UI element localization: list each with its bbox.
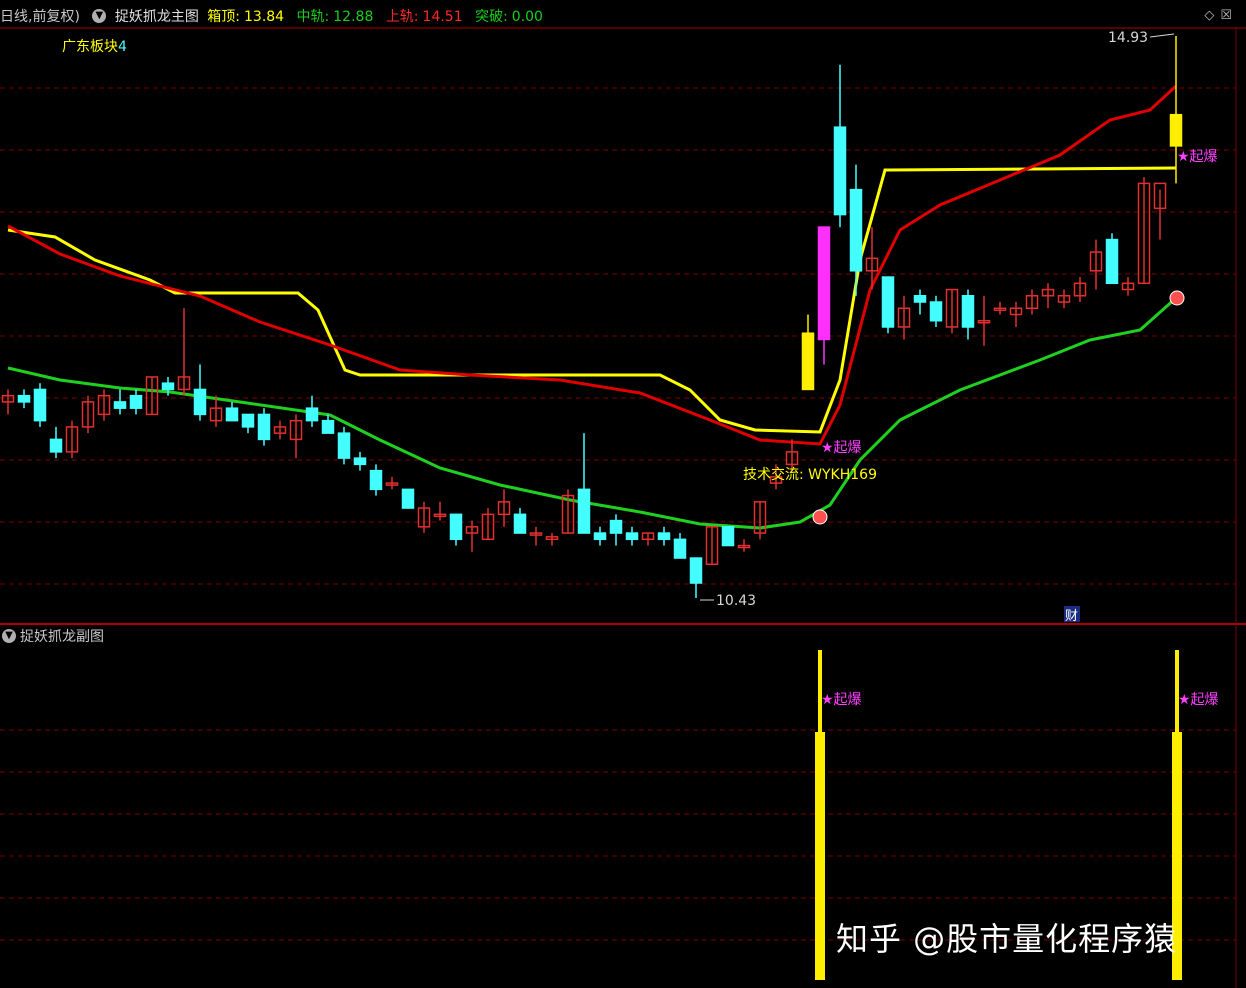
candle-body bbox=[577, 488, 591, 534]
sector-name: 广东板块 bbox=[62, 39, 118, 55]
candle-body bbox=[913, 295, 927, 303]
candle-body bbox=[193, 388, 207, 416]
signal-label-main-2: ★起爆 bbox=[1177, 149, 1218, 165]
candle-body bbox=[833, 126, 847, 216]
stock-chart-window: 14.93 10.43 ★起爆 ★起爆 技术交流: WYKH169 财 ★起爆 ★起爆 日线,… bbox=[0, 0, 1246, 988]
candle-body bbox=[689, 557, 703, 584]
sector-count: 4 bbox=[118, 39, 127, 55]
candle-body bbox=[625, 532, 639, 541]
main-indicator-name[interactable]: 捉妖抓龙主图 bbox=[115, 9, 199, 25]
high-price-label: 14.93 bbox=[1108, 30, 1148, 46]
contact-label: 技术交流: WYKH169 bbox=[743, 466, 877, 483]
candle-body bbox=[673, 538, 687, 559]
sub-signal-label-1: ★起爆 bbox=[821, 692, 862, 708]
candle-body bbox=[817, 226, 831, 341]
candle-body bbox=[721, 526, 735, 547]
candle-body bbox=[241, 413, 255, 428]
indicator-dropdown-icon[interactable]: ▼ bbox=[92, 9, 107, 23]
watermark: 知乎 @股市量化程序猿 bbox=[836, 920, 1178, 958]
finance-icon: 财 bbox=[1065, 609, 1078, 624]
candle-body bbox=[225, 407, 239, 422]
candle-body bbox=[609, 519, 623, 534]
mid-rail-value: 12.88 bbox=[333, 9, 374, 25]
candle-body bbox=[257, 413, 271, 441]
candle-body bbox=[449, 513, 463, 541]
candle-body bbox=[513, 513, 527, 534]
breakout-label-text: 突破: bbox=[475, 9, 508, 25]
mid-rail-label-text: 中轨: bbox=[296, 9, 330, 25]
sub-indicator-header: ▼ 捉妖抓龙副图 bbox=[2, 626, 104, 646]
candle-body bbox=[161, 382, 175, 391]
signal-ball-icon bbox=[1169, 290, 1185, 306]
candle-body bbox=[321, 419, 335, 434]
candle-body bbox=[929, 301, 943, 322]
candle-body bbox=[353, 457, 367, 466]
sub-indicator-dropdown-icon[interactable]: ▼ bbox=[2, 629, 16, 643]
upper-rail-label: 上轨: 14.51 bbox=[386, 9, 467, 25]
breakout-value: 0.00 bbox=[511, 9, 543, 25]
candle-body bbox=[401, 488, 415, 509]
candle-body bbox=[849, 188, 863, 272]
candle-body bbox=[1105, 238, 1119, 285]
sub-signal-bar-1 bbox=[815, 732, 825, 980]
candle-body bbox=[801, 332, 815, 391]
mid-rail-label: 中轨: 12.88 bbox=[297, 9, 378, 25]
signal-ball-icon bbox=[812, 509, 828, 525]
window-controls: ◇☒ bbox=[1204, 8, 1238, 23]
chart-canvas: 14.9310.43★起爆★起爆技术交流: WYKH169财★起爆 ★起爆 bbox=[0, 27, 1246, 988]
candle-body bbox=[49, 438, 63, 453]
candle-body bbox=[129, 394, 143, 409]
low-price-label: 10.43 bbox=[716, 593, 756, 609]
sub-indicator-name[interactable]: 捉妖抓龙副图 bbox=[20, 629, 104, 645]
mid-rail-line bbox=[7, 296, 1177, 530]
candle-body bbox=[593, 532, 607, 541]
upper-rail-label-text: 上轨: bbox=[385, 9, 419, 25]
box-top-label-text: 箱顶: bbox=[207, 9, 240, 25]
signal-label-main-1: ★起爆 bbox=[821, 440, 862, 456]
upper-rail-value: 14.51 bbox=[422, 9, 463, 25]
candle-body bbox=[1169, 113, 1183, 147]
high-price-arrow bbox=[1149, 33, 1175, 38]
box-top-value: 13.84 bbox=[244, 9, 285, 25]
breakout-label: 突破: 0.00 bbox=[475, 9, 547, 25]
candle-body bbox=[33, 388, 47, 422]
box-top-label: 箱顶: 13.84 bbox=[207, 9, 288, 25]
candle-body bbox=[961, 295, 975, 328]
candle-body bbox=[113, 401, 127, 409]
candle-body bbox=[305, 407, 319, 422]
restore-icon[interactable]: ◇ bbox=[1204, 8, 1220, 23]
candle-body bbox=[881, 276, 895, 328]
period-label[interactable]: 日线,前复权) bbox=[0, 9, 80, 25]
indicator-header: 日线,前复权) ▼ 捉妖抓龙主图 箱顶: 13.84 中轨: 12.88 上轨: 14… bbox=[0, 6, 1246, 28]
candle-body bbox=[369, 469, 383, 491]
candle-body bbox=[337, 432, 351, 459]
sector-label: 广东板块4 bbox=[62, 36, 127, 56]
close-icon[interactable]: ☒ bbox=[1220, 8, 1238, 23]
candle-body bbox=[657, 532, 671, 541]
upper-rail-line bbox=[7, 84, 1178, 446]
sub-signal-label-2: ★起爆 bbox=[1178, 692, 1219, 708]
candle-body bbox=[17, 394, 31, 403]
